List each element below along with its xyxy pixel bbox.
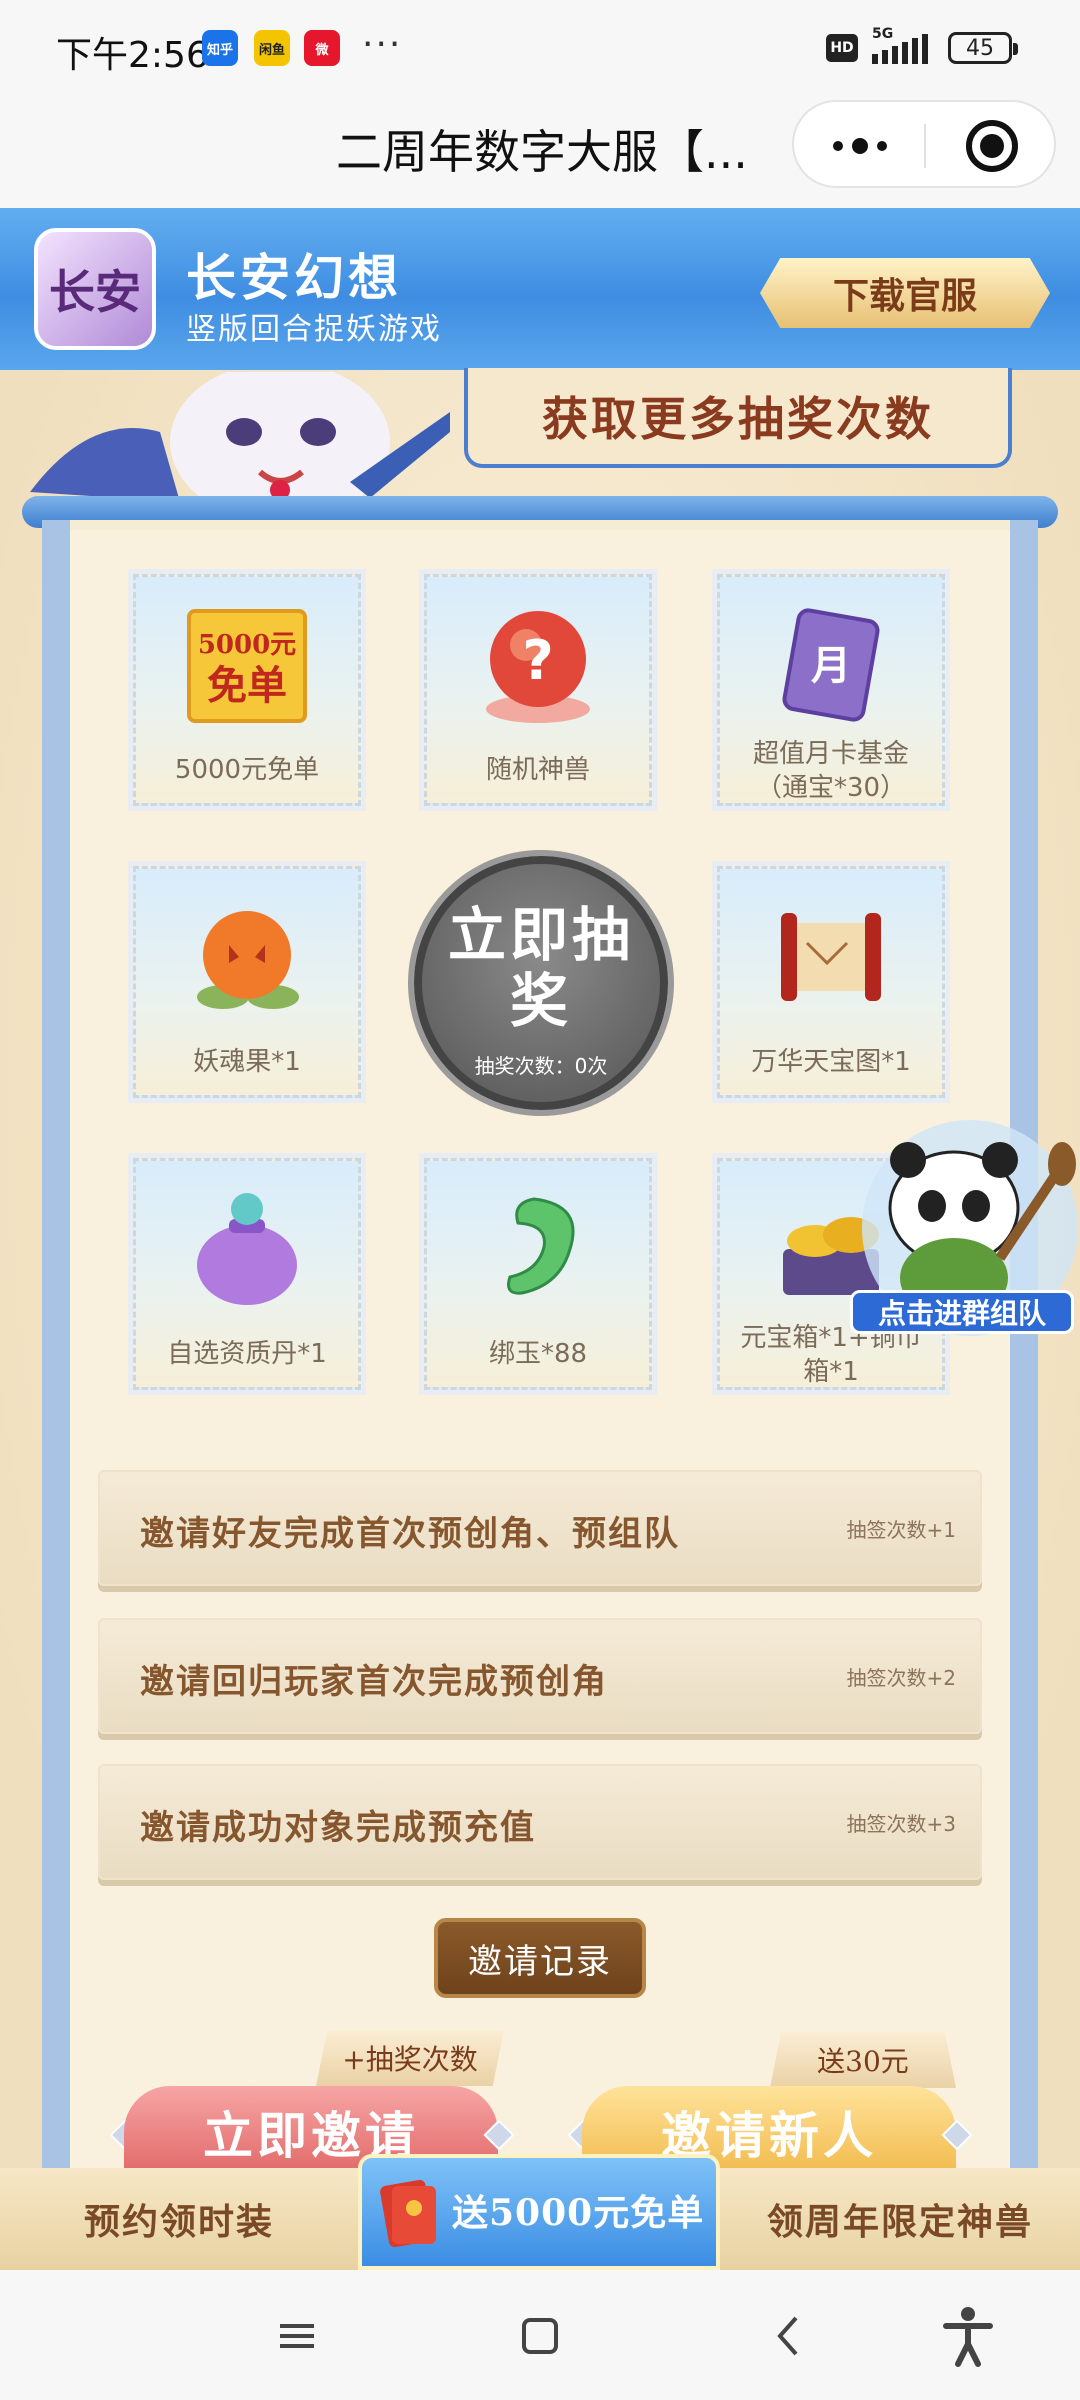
- prize-card: 月 超值月卡基金（通宝*30）: [717, 574, 945, 806]
- red-envelope-icon: [380, 2179, 436, 2248]
- demon-fruit-icon: [197, 911, 299, 1009]
- accessibility-icon[interactable]: [928, 2300, 1008, 2370]
- prize-card: 妖魂果*1: [133, 866, 361, 1098]
- task-description: 邀请成功对象完成预充值: [140, 1808, 536, 1848]
- system-navigation-bar: [0, 2270, 1080, 2400]
- status-time: 下午2:56: [56, 35, 209, 76]
- jade-icon: [507, 1197, 575, 1295]
- weibo-icon: 微: [304, 30, 340, 66]
- treasure-scroll-icon: [781, 913, 881, 1001]
- svg-text:?: ?: [522, 629, 553, 692]
- back-icon[interactable]: [748, 2300, 828, 2370]
- prize-label: 万华天宝图*1: [751, 1047, 911, 1077]
- card-char: 月: [811, 642, 851, 689]
- tab-anniversary-beast[interactable]: 领周年限定神兽: [720, 2168, 1080, 2270]
- task-reward: 抽签次数+1: [846, 1518, 956, 1542]
- mascot-illustration: [30, 372, 450, 502]
- task-description: 邀请回归玩家首次完成预创角: [140, 1662, 608, 1702]
- invite-task: 邀请成功对象完成预充值 抽签次数+3: [98, 1764, 982, 1880]
- gift-money-tag: 送30元: [770, 2032, 956, 2088]
- xianyu-icon: 闲鱼: [254, 30, 290, 66]
- prize-card: ? 随机神兽: [424, 574, 652, 806]
- dot-icon: [833, 141, 843, 151]
- pill-bag-icon: [197, 1193, 297, 1305]
- badge-top-text: 5000元: [198, 630, 296, 660]
- task-reward: 抽签次数+2: [846, 1666, 956, 1690]
- capsule-menu: [792, 100, 1056, 188]
- game-name: 长安幻想: [186, 249, 402, 307]
- battery-icon: 45: [948, 32, 1018, 64]
- tab-reserve-outfit[interactable]: 预约领时装: [0, 2168, 358, 2270]
- menu-icon[interactable]: [256, 2300, 336, 2370]
- task-reward: 抽签次数+3: [846, 1812, 956, 1836]
- prize-label: 超值月卡基金（通宝*30）: [752, 739, 909, 803]
- game-logo: 长安: [34, 228, 156, 350]
- mini-program-title-bar: 二周年数字大服【...: [0, 96, 1080, 208]
- close-mini-program-button[interactable]: [966, 120, 1018, 172]
- prize-card: 万华天宝图*1: [717, 866, 945, 1098]
- prize-label: 随机神兽: [485, 755, 590, 785]
- draw-now-button[interactable]: 立即抽奖 抽奖次数：0次: [414, 856, 668, 1110]
- capsule-divider: [924, 124, 926, 168]
- home-icon[interactable]: [500, 2300, 580, 2370]
- dot-icon: [877, 141, 887, 151]
- draw-button-label: 立即抽奖: [447, 901, 634, 1035]
- prize-label: 5000元免单: [174, 755, 320, 785]
- download-official-button[interactable]: 下载官服: [760, 258, 1050, 328]
- badge-bottom-text: 免单: [207, 662, 287, 709]
- invite-record-button[interactable]: 邀请记录: [434, 1918, 646, 1998]
- tab-free-order[interactable]: 送5000元免单: [358, 2154, 720, 2270]
- join-group-button[interactable]: 点击进群组队: [850, 1290, 1074, 1334]
- prize-card: 绑玉*88: [424, 1158, 652, 1390]
- prize-label: 绑玉*88: [488, 1339, 588, 1369]
- dot-icon: [852, 138, 868, 154]
- prize-label: 妖魂果*1: [193, 1047, 301, 1077]
- invite-task: 邀请回归玩家首次完成预创角 抽签次数+2: [98, 1618, 982, 1734]
- game-header: 长安 长安幻想 竖版回合捉妖游戏 下载官服: [0, 208, 1080, 370]
- draw-count: 抽奖次数：0次: [474, 1054, 608, 1078]
- free-order-icon: 5000元 免单: [187, 609, 307, 723]
- more-options-button[interactable]: [820, 108, 900, 184]
- task-description: 邀请好友完成首次预创角、预组队: [140, 1514, 680, 1554]
- prize-label: 自选资质丹*1: [167, 1339, 327, 1369]
- month-card-icon: 月: [782, 608, 880, 722]
- tab-free-order-label: 送5000元免单: [452, 2192, 705, 2234]
- prize-card: 5000元 免单 5000元免单: [133, 574, 361, 806]
- prize-card: 自选资质丹*1: [133, 1158, 361, 1390]
- status-bar: 下午2:56 知乎 闲鱼 微 ··· HD 5G 45: [0, 0, 1080, 96]
- invite-task: 邀请好友完成首次预创角、预组队 抽签次数+1: [98, 1470, 982, 1586]
- more-notifications-icon: ···: [362, 24, 403, 65]
- signal-icon: [872, 34, 928, 64]
- hd-voice-icon: HD: [826, 34, 858, 62]
- get-more-draws-banner: 获取更多抽奖次数: [464, 368, 1012, 468]
- page-title: 二周年数字大服【...: [336, 125, 748, 179]
- extra-draws-tag: +抽奖次数: [316, 2030, 504, 2086]
- zhihu-icon: 知乎: [202, 30, 238, 66]
- game-slogan: 竖版回合捉妖游戏: [186, 312, 442, 347]
- mystery-orb-icon: ?: [486, 611, 590, 723]
